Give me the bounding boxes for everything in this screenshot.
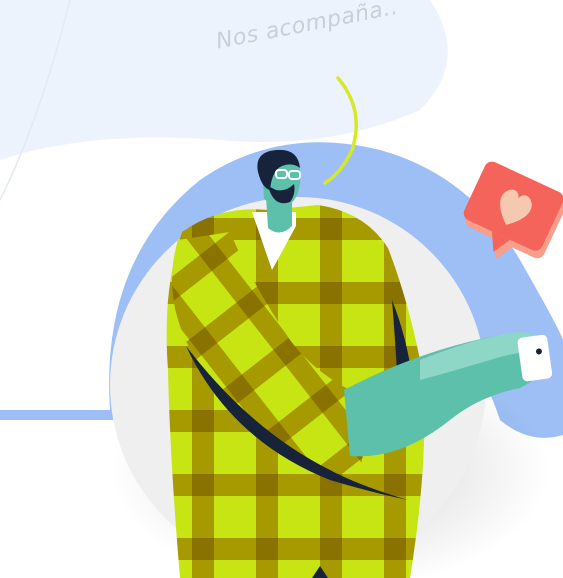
background-blob	[0, 0, 448, 160]
illustration-stage: Nos acompaña..	[0, 0, 563, 578]
illustration-canvas	[0, 0, 563, 578]
phone-icon	[517, 334, 553, 382]
